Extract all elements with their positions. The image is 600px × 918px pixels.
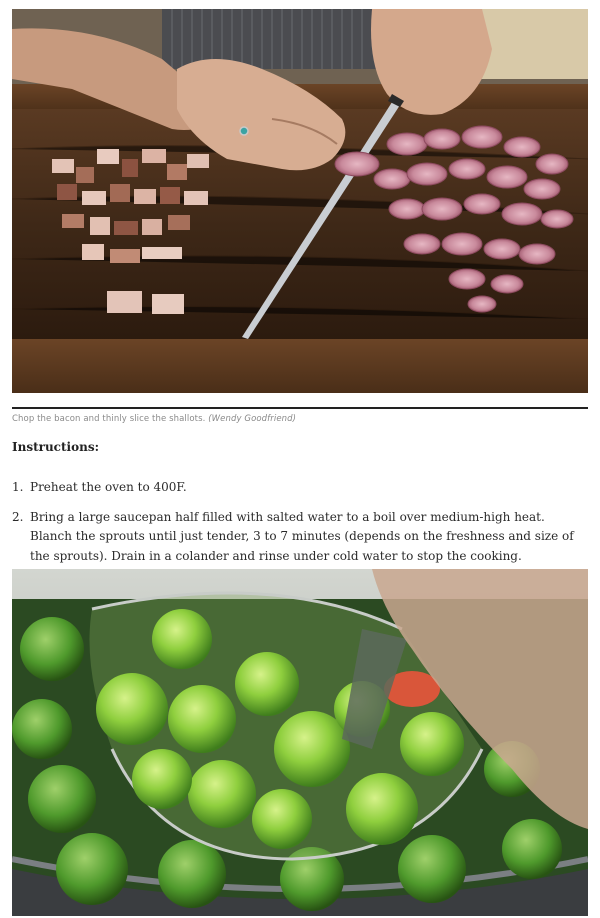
instructions-heading: Instructions: xyxy=(12,440,100,454)
step-text: Preheat the oven to 400F. xyxy=(30,480,187,494)
brussels-sprouts-photo xyxy=(12,569,588,916)
step-text: Bring a large saucepan half filled with … xyxy=(30,509,574,563)
caption-credit: (Wendy Goodfriend) xyxy=(208,414,297,424)
brussels-sprouts-strainer-photo-icon xyxy=(12,569,588,916)
cutting-board-photo xyxy=(12,9,588,393)
cutting-board-photo-icon xyxy=(12,9,588,393)
photo-caption: Chop the bacon and thinly slice the shal… xyxy=(12,414,588,424)
caption-text: Chop the bacon and thinly slice the shal… xyxy=(12,414,206,424)
list-item: 2. Bring a large saucepan half filled wi… xyxy=(12,508,590,567)
step-number: 1. xyxy=(12,480,24,494)
caption-divider xyxy=(12,407,588,409)
list-item: 1. Preheat the oven to 400F. xyxy=(12,478,590,498)
step-number: 2. xyxy=(12,509,24,524)
instructions-list: 1. Preheat the oven to 400F. 2. Bring a … xyxy=(12,478,590,566)
